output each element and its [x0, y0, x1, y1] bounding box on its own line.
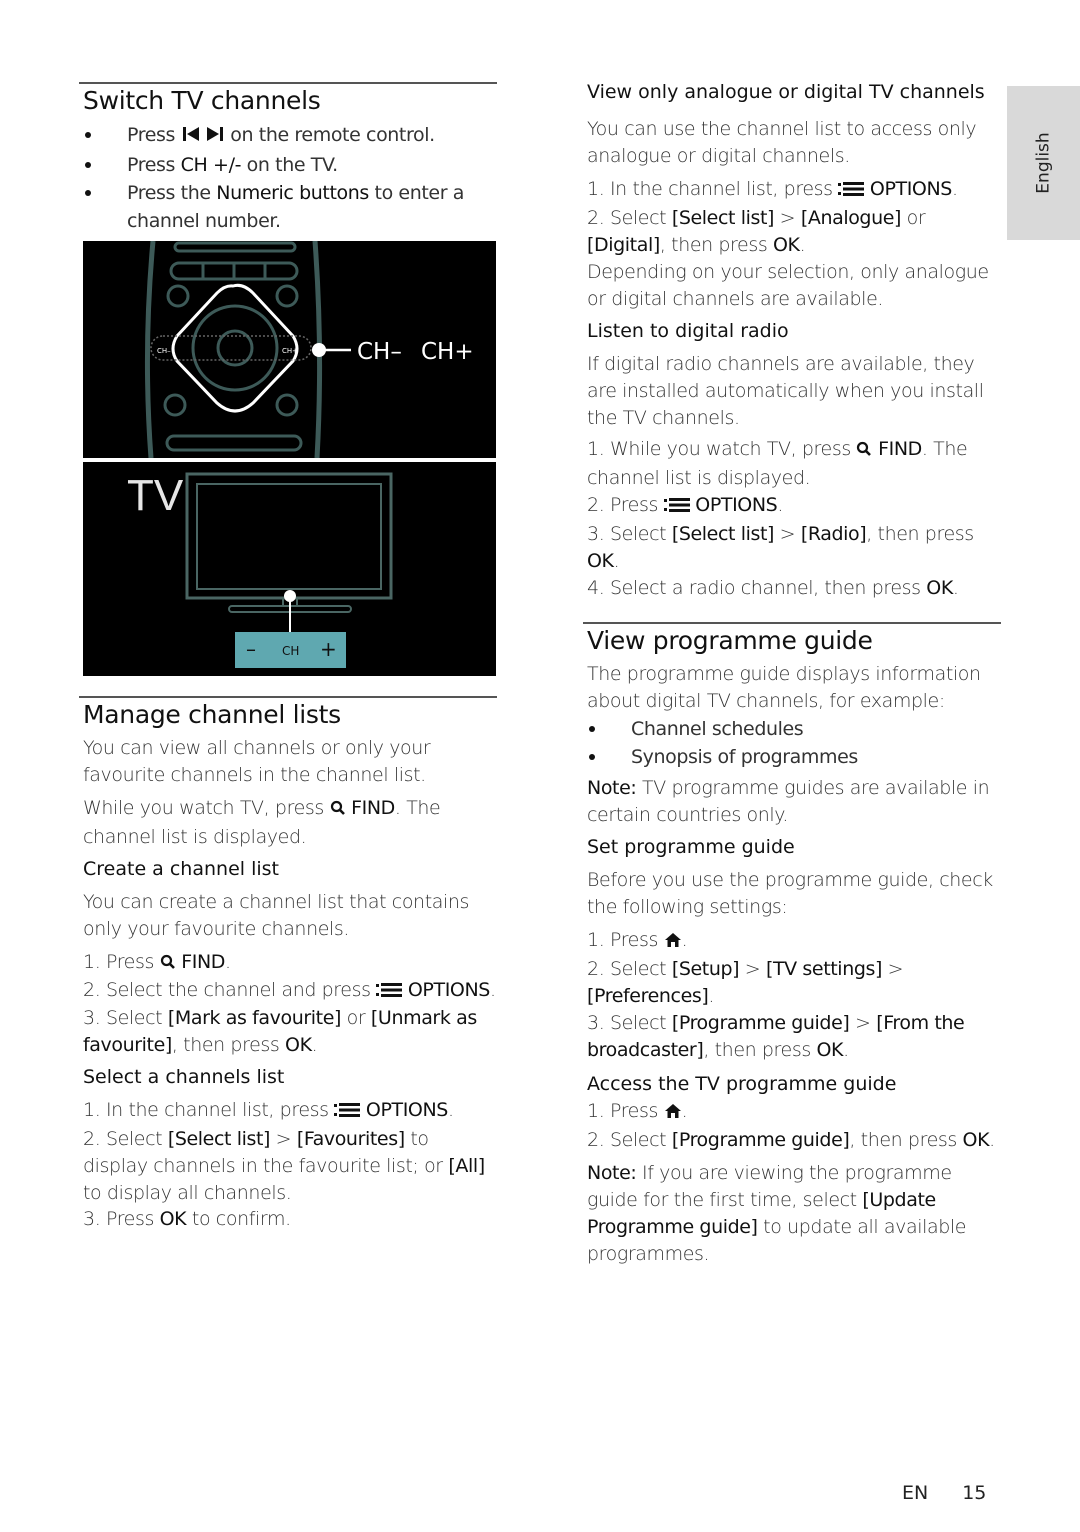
- tv-ch-label: CH: [282, 644, 299, 658]
- create-step-2: 2. Select the channel and press OPTIONS.: [83, 978, 497, 1005]
- select-step-2: 2. Select [Select list] > [Favourites] t…: [83, 1128, 485, 1204]
- section-divider: [583, 622, 1001, 624]
- bullet-icon: [589, 754, 595, 760]
- guide-note: Note: TV programme guides are available …: [587, 777, 990, 826]
- heading-analogue-digital: View only analogue or digital TV channel…: [587, 81, 985, 103]
- options-list-icon: [334, 1099, 361, 1126]
- magnifier-icon: [330, 797, 346, 824]
- language-code: EN: [902, 1482, 929, 1504]
- guide-intro: The programme guide displays information…: [587, 663, 981, 712]
- prev-next-track-icon: [181, 123, 225, 151]
- section-title-programme-guide: View programme guide: [587, 626, 873, 655]
- options-list-icon: [838, 178, 865, 205]
- manage-intro: You can view all channels or only your f…: [83, 737, 431, 786]
- create-step-3: 3. Select [Mark as favourite] or [Unmark…: [83, 1007, 477, 1056]
- ch-plus-label: CH+: [421, 339, 474, 365]
- language-tab: English: [1007, 86, 1080, 240]
- list-item: Press the Numeric buttons to enter a cha…: [83, 179, 497, 235]
- magnifier-icon: [856, 438, 872, 465]
- manage-find-text: While you watch TV, press FIND. The chan…: [83, 797, 441, 848]
- access-step-1: 1. Press .: [587, 1098, 1001, 1127]
- options-list-icon: [376, 980, 403, 1005]
- bullet-icon: [589, 726, 595, 732]
- home-icon: [664, 1100, 682, 1127]
- right-column: View only analogue or digital TV channel…: [583, 78, 1001, 1268]
- analogue-step-2: 2. Select [Select list] > [Analogue] or …: [587, 207, 926, 256]
- section-title-manage-lists: Manage channel lists: [83, 700, 341, 729]
- heading-access-guide: Access the TV programme guide: [587, 1073, 897, 1095]
- list-item: Press on the remote control.: [83, 121, 497, 151]
- section-divider: [79, 696, 497, 698]
- section-title-switch-channels: Switch TV channels: [83, 86, 321, 115]
- guide-examples-list: Channel schedules Synopsis of programmes: [587, 715, 1001, 771]
- page-footer: EN 15: [902, 1482, 986, 1504]
- access-step-2: 2. Select [Programme guide], then press …: [587, 1129, 995, 1151]
- bullet-icon: [85, 162, 91, 168]
- radio-intro: If digital radio channels are available,…: [587, 353, 984, 429]
- bullet-icon: [85, 132, 91, 138]
- remote-control-illustration: CH– CH+ CH– CH+: [83, 240, 496, 459]
- list-item: Synopsis of programmes: [587, 743, 1001, 771]
- list-item: Press CH +/- on the TV.: [83, 151, 497, 179]
- heading-digital-radio: Listen to digital radio: [587, 320, 789, 342]
- section-divider: [79, 82, 497, 84]
- radio-step-3: 3. Select [Select list] > [Radio], then …: [587, 523, 974, 572]
- heading-select-list: Select a channels list: [83, 1066, 285, 1088]
- ch-minus-label: CH–: [357, 339, 402, 365]
- bullet-icon: [85, 190, 91, 196]
- analogue-intro: You can use the channel list to access o…: [587, 118, 977, 167]
- set-step-3: 3. Select [Programme guide] > [From the …: [587, 1012, 965, 1061]
- select-step-3: 3. Press OK to confirm.: [83, 1208, 291, 1230]
- tv-plus-label: +: [320, 637, 337, 661]
- home-icon: [664, 929, 682, 956]
- heading-create-list: Create a channel list: [83, 858, 279, 880]
- tv-label: TV: [127, 471, 184, 520]
- language-label: English: [1033, 132, 1054, 194]
- ch-plus-small-label: CH+: [282, 347, 298, 355]
- ch-minus-small-label: CH–: [157, 347, 171, 355]
- list-item: Channel schedules: [587, 715, 1001, 743]
- radio-step-2: 2. Press OPTIONS.: [587, 492, 1001, 521]
- heading-set-guide: Set programme guide: [587, 836, 795, 858]
- page-number: 15: [962, 1482, 987, 1504]
- set-step-2: 2. Select [Setup] > [TV settings] > [Pre…: [587, 958, 904, 1007]
- analogue-step-1: 1. In the channel list, press OPTIONS.: [587, 176, 1001, 205]
- options-list-icon: [663, 494, 690, 521]
- tv-illustration: TV – CH +: [83, 462, 496, 676]
- magnifier-icon: [160, 951, 176, 978]
- radio-step-4: 4. Select a radio channel, then press OK…: [587, 577, 959, 599]
- switch-channels-list: Press on the remote control. Press CH +/…: [83, 121, 497, 235]
- create-intro: You can create a channel list that conta…: [83, 891, 470, 940]
- set-step-1: 1. Press .: [587, 927, 1001, 956]
- analogue-result: Depending on your selection, only analog…: [587, 261, 989, 310]
- radio-step-1: 1. While you watch TV, press FIND. The c…: [587, 438, 968, 489]
- set-intro: Before you use the programme guide, chec…: [587, 869, 993, 918]
- create-step-1: 1. Press FIND.: [83, 949, 497, 978]
- access-note: Note: If you are viewing the programme g…: [587, 1162, 967, 1265]
- tv-minus-label: –: [246, 637, 256, 661]
- select-step-1: 1. In the channel list, press OPTIONS.: [83, 1097, 497, 1126]
- left-column: Switch TV channels Press on the remote c…: [79, 82, 497, 1231]
